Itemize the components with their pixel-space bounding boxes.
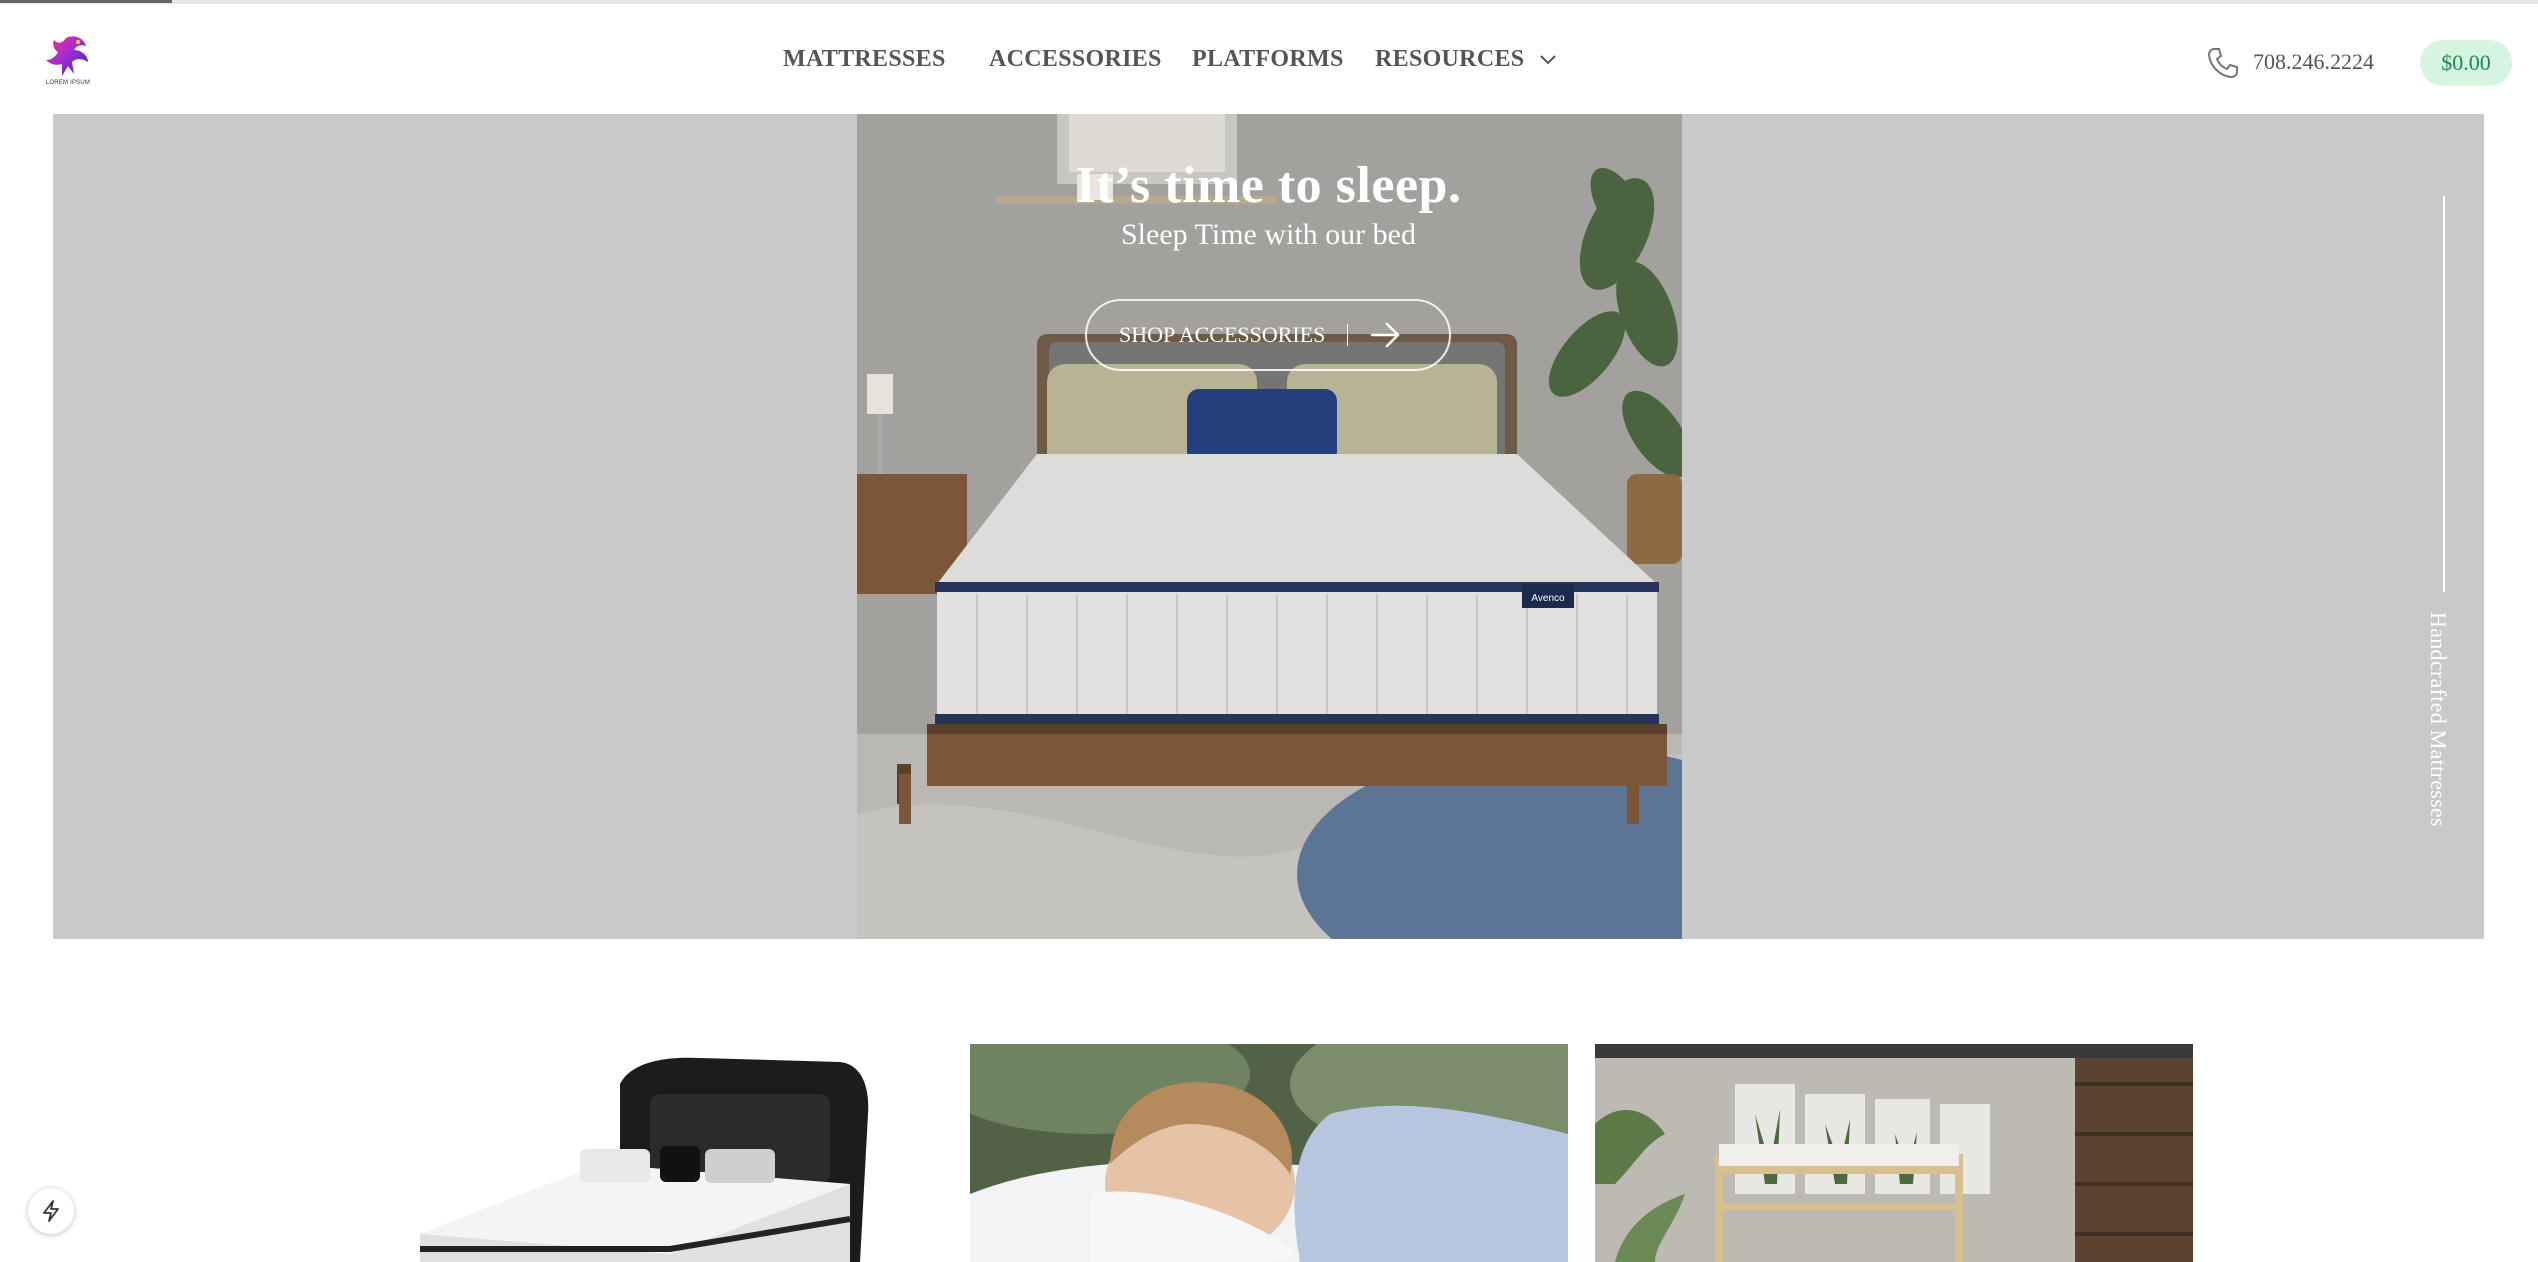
- site-logo[interactable]: LOREM IPSUM: [40, 32, 96, 92]
- nav-accessories[interactable]: ACCESSORIES: [989, 46, 1162, 73]
- bed-product-image: [420, 1044, 872, 1262]
- logo-text: LOREM IPSUM: [45, 80, 91, 86]
- cart-button[interactable]: $0.00: [2420, 40, 2512, 86]
- loft-bed-image: [1595, 1044, 2193, 1262]
- shop-accessories-label: SHOP ACCESSORIES: [1119, 322, 1326, 347]
- sleeping-child-image: [970, 1044, 1568, 1262]
- product-card-bed[interactable]: [420, 1044, 872, 1262]
- chevron-down-icon: [1540, 55, 1556, 65]
- nav-mattresses[interactable]: MATTRESSES: [783, 46, 946, 73]
- bolt-icon: [43, 1200, 59, 1222]
- bird-logo-icon: [46, 36, 88, 76]
- mattress-brand-tag: Avenco: [1531, 593, 1565, 604]
- nav-resources-label: RESOURCES: [1375, 46, 1525, 72]
- product-card-loft-bed[interactable]: [1595, 1044, 2193, 1262]
- product-card-child-sleeping[interactable]: [970, 1044, 1568, 1262]
- handcrafted-side-text: Handcrafted Mattresses: [2426, 612, 2451, 827]
- nav-platforms[interactable]: PLATFORMS: [1192, 46, 1344, 73]
- bolt-button[interactable]: [28, 1188, 74, 1234]
- shop-accessories-button[interactable]: SHOP ACCESSORIES: [1085, 299, 1451, 371]
- hero-subtitle: Sleep Time with our bed: [1120, 218, 1416, 251]
- arrow-right-icon: [1371, 322, 1400, 348]
- phone-icon: [2207, 48, 2238, 79]
- top-progress-line: [0, 0, 172, 3]
- hero-section: Avenco It’s time to sleep. Sleep Time wi…: [53, 114, 2484, 939]
- phone-number[interactable]: 708.246.2224: [2253, 49, 2374, 75]
- site-header: LOREM IPSUM MATTRESSES ACCESSORIES PLATF…: [0, 4, 2538, 114]
- button-divider: [1347, 324, 1349, 346]
- nav-resources[interactable]: RESOURCES: [1375, 46, 1557, 73]
- vertical-divider: [2443, 196, 2445, 592]
- hero-title: It’s time to sleep.: [1075, 157, 1462, 214]
